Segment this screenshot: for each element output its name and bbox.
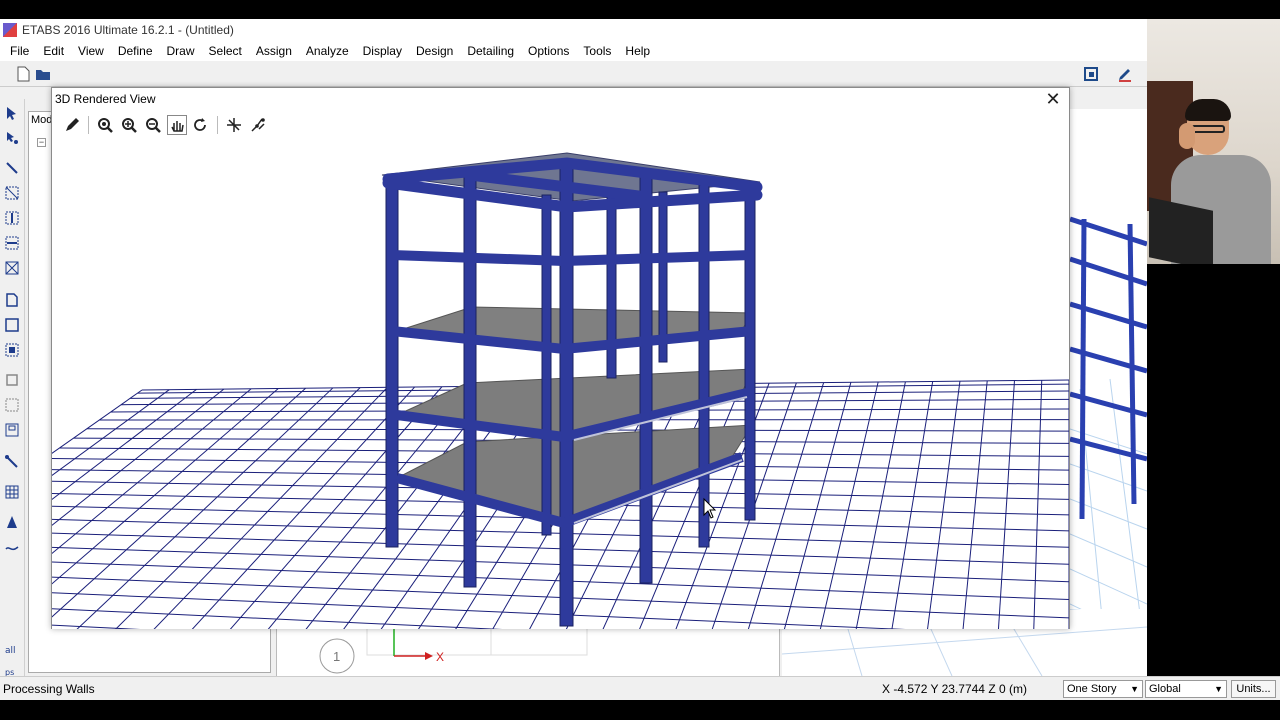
column <box>606 192 617 379</box>
presenter-glasses <box>1191 125 1225 133</box>
title-bar: ETABS 2016 Ultimate 16.2.1 - (Untitled) <box>0 19 1147 41</box>
draw-column-icon[interactable] <box>3 209 21 227</box>
left-tool-strip: all ps <box>0 99 25 679</box>
menu-file[interactable]: File <box>3 44 36 58</box>
toolbar-separator <box>217 116 218 134</box>
toolbar-separator <box>88 116 89 134</box>
menu-help[interactable]: Help <box>618 44 657 58</box>
rotate-icon[interactable] <box>191 115 211 135</box>
draw-section-cut-icon[interactable] <box>3 513 21 531</box>
grid-line <box>211 386 443 651</box>
rendered-view-dialog: 3D Rendered View ✕ <box>0 87 1070 696</box>
menu-analyze[interactable]: Analyze <box>299 44 356 58</box>
draw-rectangle-icon[interactable] <box>3 316 21 334</box>
svg-text:all: all <box>5 646 16 656</box>
menu-view[interactable]: View <box>71 44 111 58</box>
top-black-bar <box>0 0 1280 19</box>
grid-line <box>956 380 988 690</box>
grid-line <box>993 380 1015 692</box>
draw-brace-icon[interactable] <box>3 184 21 202</box>
presenter-webcam-overlay <box>1147 19 1280 264</box>
grid-line <box>1031 380 1043 694</box>
reshape-icon[interactable] <box>3 129 21 147</box>
select-all-icon[interactable]: all <box>3 639 21 657</box>
coord-system-value: Global <box>1149 683 1181 695</box>
model-explorer-tab[interactable]: Mod <box>31 114 52 126</box>
menu-assign[interactable]: Assign <box>249 44 299 58</box>
draw-quick-floor-icon[interactable] <box>3 341 21 359</box>
pen-draw-icon[interactable] <box>1116 65 1134 83</box>
story-selector-value: One Story <box>1067 683 1117 695</box>
bottom-black-bar <box>0 700 1280 720</box>
chevron-down-icon: ▼ <box>1214 684 1223 694</box>
units-button[interactable]: Units... <box>1231 680 1276 698</box>
zoom-window-icon[interactable] <box>95 115 115 135</box>
draw-wall-stack-icon[interactable] <box>3 421 21 439</box>
draw-link-icon[interactable] <box>3 453 21 471</box>
draw-opening-icon[interactable] <box>3 396 21 414</box>
rendered-3d-scene[interactable] <box>0 135 1070 696</box>
grid-line <box>62 387 334 643</box>
menu-detailing[interactable]: Detailing <box>460 44 521 58</box>
axis-x-label: X <box>436 650 444 664</box>
status-message: Processing Walls <box>3 682 95 696</box>
grid-line <box>919 381 961 688</box>
menu-define[interactable]: Define <box>111 44 160 58</box>
main-toolbar <box>0 61 1147 87</box>
draw-grid-icon[interactable] <box>3 483 21 501</box>
menu-select[interactable]: Select <box>202 44 249 58</box>
dialog-close-icon[interactable]: ✕ <box>1043 89 1063 109</box>
draw-dimension-icon[interactable] <box>3 539 21 557</box>
column <box>541 194 552 536</box>
column <box>639 172 653 584</box>
column <box>385 174 399 548</box>
view-options-icon[interactable] <box>224 115 244 135</box>
display-options-icon[interactable] <box>1082 65 1100 83</box>
menu-design[interactable]: Design <box>409 44 460 58</box>
pencil-icon[interactable] <box>62 115 82 135</box>
cursor-coordinates: X -4.572 Y 23.7744 Z 0 (m) <box>882 682 1027 696</box>
coord-system-selector[interactable]: Global ▼ <box>1145 680 1227 698</box>
draw-beam-icon[interactable] <box>3 234 21 252</box>
draw-line-icon[interactable] <box>3 159 21 177</box>
building-model <box>381 152 763 627</box>
status-bar: Processing Walls X -4.572 Y 23.7744 Z 0 … <box>0 676 1280 700</box>
tree-collapse-toggle[interactable]: − <box>37 138 46 147</box>
column <box>698 184 710 548</box>
column <box>559 159 574 627</box>
pointer-select-icon[interactable] <box>3 104 21 122</box>
draw-x-brace-icon[interactable] <box>3 259 21 277</box>
zoom-in-icon[interactable] <box>119 115 139 135</box>
presenter-hair <box>1185 99 1231 121</box>
draw-floor-icon[interactable] <box>3 291 21 309</box>
menu-draw[interactable]: Draw <box>160 44 202 58</box>
dialog-toolbar <box>62 114 268 136</box>
dialog-title: 3D Rendered View <box>55 92 156 106</box>
screen: ETABS 2016 Ultimate 16.2.1 - (Untitled) … <box>0 0 1280 720</box>
zoom-out-icon[interactable] <box>143 115 163 135</box>
3d-view-icon[interactable] <box>248 115 268 135</box>
menu-tools[interactable]: Tools <box>576 44 618 58</box>
menu-options[interactable]: Options <box>521 44 576 58</box>
grid-line <box>882 381 934 686</box>
grid-bubble-label: 1 <box>333 649 340 664</box>
column <box>744 189 756 521</box>
menu-bar: File Edit View Define Draw Select Assign… <box>0 41 1147 61</box>
draw-wall-icon[interactable] <box>3 371 21 389</box>
story-selector[interactable]: One Story ▼ <box>1063 680 1143 698</box>
menu-display[interactable]: Display <box>356 44 409 58</box>
etabs-window: ETABS 2016 Ultimate 16.2.1 - (Untitled) … <box>0 19 1148 701</box>
open-model-icon[interactable] <box>34 65 52 83</box>
column <box>463 171 477 588</box>
new-model-icon[interactable] <box>14 65 32 83</box>
presenter-hand <box>1179 123 1195 149</box>
pan-icon[interactable] <box>167 115 187 135</box>
window-title: ETABS 2016 Ultimate 16.2.1 - (Untitled) <box>22 23 234 37</box>
menu-edit[interactable]: Edit <box>36 44 71 58</box>
etabs-logo-icon <box>3 23 17 37</box>
chevron-down-icon: ▼ <box>1130 684 1139 694</box>
